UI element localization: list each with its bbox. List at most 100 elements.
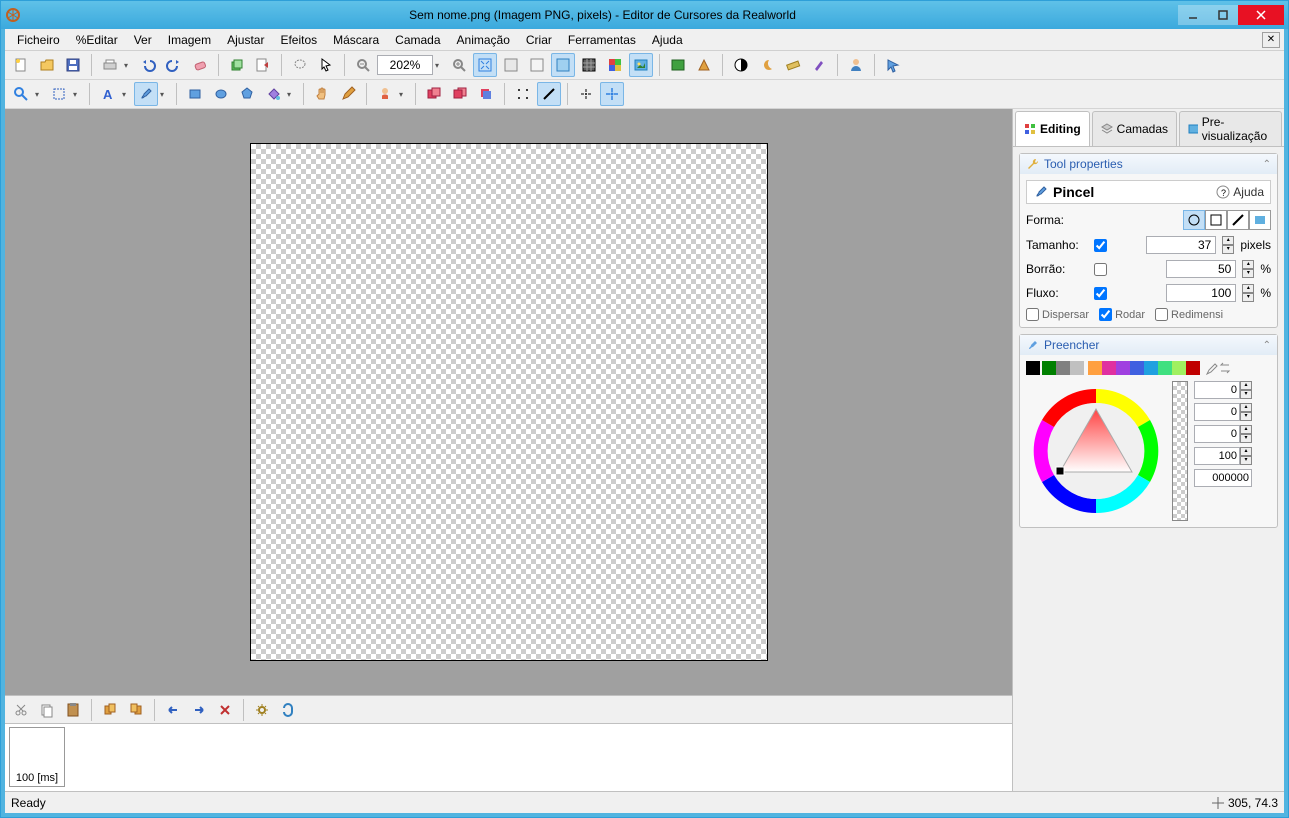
shape-polygon-button[interactable] <box>235 82 259 106</box>
grid-off-button[interactable] <box>499 53 523 77</box>
swatch-green[interactable] <box>1042 361 1056 375</box>
frame-copy-button[interactable] <box>35 698 59 722</box>
tamanho-checkbox[interactable] <box>1094 239 1107 252</box>
swap-colors-icon[interactable] <box>1218 361 1232 375</box>
scanner-button[interactable] <box>98 53 122 77</box>
tamanho-input[interactable] <box>1146 236 1216 254</box>
dropdown-arrow-icon[interactable]: ▾ <box>160 90 170 99</box>
brush-fx-button[interactable] <box>807 53 831 77</box>
undo-button[interactable] <box>136 53 160 77</box>
zoom-out-button[interactable] <box>351 53 375 77</box>
export-button[interactable] <box>251 53 275 77</box>
dropdown-arrow-icon[interactable]: ▾ <box>122 90 132 99</box>
swatch-magenta[interactable] <box>1102 361 1116 375</box>
menu-criar[interactable]: Criar <box>518 31 560 49</box>
spinner-down[interactable]: ▾ <box>1222 245 1234 254</box>
color-hex-input[interactable] <box>1194 469 1252 487</box>
swatch-purple[interactable] <box>1116 361 1130 375</box>
menu-animacao[interactable]: Animação <box>449 31 518 49</box>
grid-color-button[interactable] <box>603 53 627 77</box>
dropdown-arrow-icon[interactable]: ▾ <box>35 90 45 99</box>
menu-editar[interactable]: %Editar <box>68 31 126 49</box>
save-file-button[interactable] <box>61 53 85 77</box>
smudge-tool-button[interactable] <box>373 82 397 106</box>
dropdown-arrow-icon[interactable]: ▾ <box>287 90 297 99</box>
borrao-input[interactable] <box>1166 260 1236 278</box>
brush-tool-button[interactable] <box>134 82 158 106</box>
spinner-down[interactable]: ▾ <box>1242 293 1254 302</box>
menu-mascara[interactable]: Máscara <box>325 31 387 49</box>
snap-small-button[interactable] <box>574 82 598 106</box>
eraser-button[interactable] <box>188 53 212 77</box>
menu-camada[interactable]: Camada <box>387 31 448 49</box>
frame-insert-before-button[interactable] <box>98 698 122 722</box>
rodar-checkbox[interactable]: Rodar <box>1099 308 1145 321</box>
frames-strip[interactable]: 100 [ms] <box>5 723 1012 791</box>
fluxo-checkbox[interactable] <box>1094 287 1107 300</box>
pointer-button[interactable] <box>314 53 338 77</box>
moon-button[interactable] <box>755 53 779 77</box>
dropdown-arrow-icon[interactable]: ▾ <box>73 90 83 99</box>
menu-ficheiro[interactable]: Ficheiro <box>9 31 68 49</box>
ruler-button[interactable] <box>781 53 805 77</box>
minimize-button[interactable] <box>1178 5 1208 25</box>
layer-merge-button[interactable] <box>474 82 498 106</box>
menu-ferramentas[interactable]: Ferramentas <box>560 31 644 49</box>
shape-square-button[interactable] <box>1205 210 1227 230</box>
grid-light-button[interactable] <box>525 53 549 77</box>
open-file-button[interactable] <box>35 53 59 77</box>
fit-screen-button[interactable] <box>473 53 497 77</box>
layer-bg-button[interactable] <box>448 82 472 106</box>
swatch-blue[interactable] <box>1130 361 1144 375</box>
swatch-mint[interactable] <box>1158 361 1172 375</box>
shape-rect-button[interactable] <box>183 82 207 106</box>
zoom-tool-button[interactable] <box>9 82 33 106</box>
swatch-orange[interactable] <box>1088 361 1102 375</box>
swatch-gray[interactable] <box>1056 361 1070 375</box>
swatch-silver[interactable] <box>1070 361 1084 375</box>
text-tool-button[interactable]: A <box>96 82 120 106</box>
frame-delete-button[interactable] <box>213 698 237 722</box>
shape-circle-button[interactable] <box>1183 210 1205 230</box>
line-mode-button[interactable] <box>537 82 561 106</box>
pencil-tool-button[interactable] <box>336 82 360 106</box>
shape-ellipse-button[interactable] <box>209 82 233 106</box>
frame-item[interactable]: 100 [ms] <box>9 727 65 787</box>
menu-ajustar[interactable]: Ajustar <box>219 31 272 49</box>
tab-preview[interactable]: Pre-visualização <box>1179 111 1282 146</box>
shape-diagonal-button[interactable] <box>1227 210 1249 230</box>
alpha-slider[interactable] <box>1172 381 1188 521</box>
spinner-up[interactable]: ▴ <box>1242 260 1254 269</box>
menu-imagem[interactable]: Imagem <box>160 31 219 49</box>
borrao-checkbox[interactable] <box>1094 263 1107 276</box>
dots-mode-button[interactable] <box>511 82 535 106</box>
swatch-lime[interactable] <box>1172 361 1186 375</box>
cursor-test-button[interactable] <box>881 53 905 77</box>
view-green-button[interactable] <box>666 53 690 77</box>
dropdown-arrow-icon[interactable]: ▾ <box>124 61 134 70</box>
dropdown-arrow-icon[interactable]: ▾ <box>435 61 445 70</box>
close-document-button[interactable]: ✕ <box>1262 32 1280 48</box>
redimensi-checkbox[interactable]: Redimensi <box>1155 308 1223 321</box>
menu-ajuda[interactable]: Ajuda <box>644 31 691 49</box>
new-file-button[interactable] <box>9 53 33 77</box>
hand-tool-button[interactable] <box>310 82 334 106</box>
tab-layers[interactable]: Camadas <box>1092 111 1177 146</box>
close-button[interactable] <box>1238 5 1284 25</box>
frame-move-left-button[interactable] <box>161 698 185 722</box>
maximize-button[interactable] <box>1208 5 1238 25</box>
view-image-button[interactable] <box>629 53 653 77</box>
swatch-cyan[interactable] <box>1144 361 1158 375</box>
spinner-up[interactable]: ▴ <box>1242 284 1254 293</box>
spinner-up[interactable]: ▴ <box>1222 236 1234 245</box>
view-triangle-button[interactable] <box>692 53 716 77</box>
contrast-button[interactable] <box>729 53 753 77</box>
panel-header[interactable]: Preencher ⌃ <box>1020 335 1277 355</box>
menu-ver[interactable]: Ver <box>126 31 160 49</box>
select-tool-button[interactable] <box>47 82 71 106</box>
frame-settings-button[interactable] <box>250 698 274 722</box>
canvas-area[interactable] <box>5 109 1012 695</box>
collapse-icon[interactable]: ⌃ <box>1263 340 1271 351</box>
menu-efeitos[interactable]: Efeitos <box>272 31 325 49</box>
user-button[interactable] <box>844 53 868 77</box>
